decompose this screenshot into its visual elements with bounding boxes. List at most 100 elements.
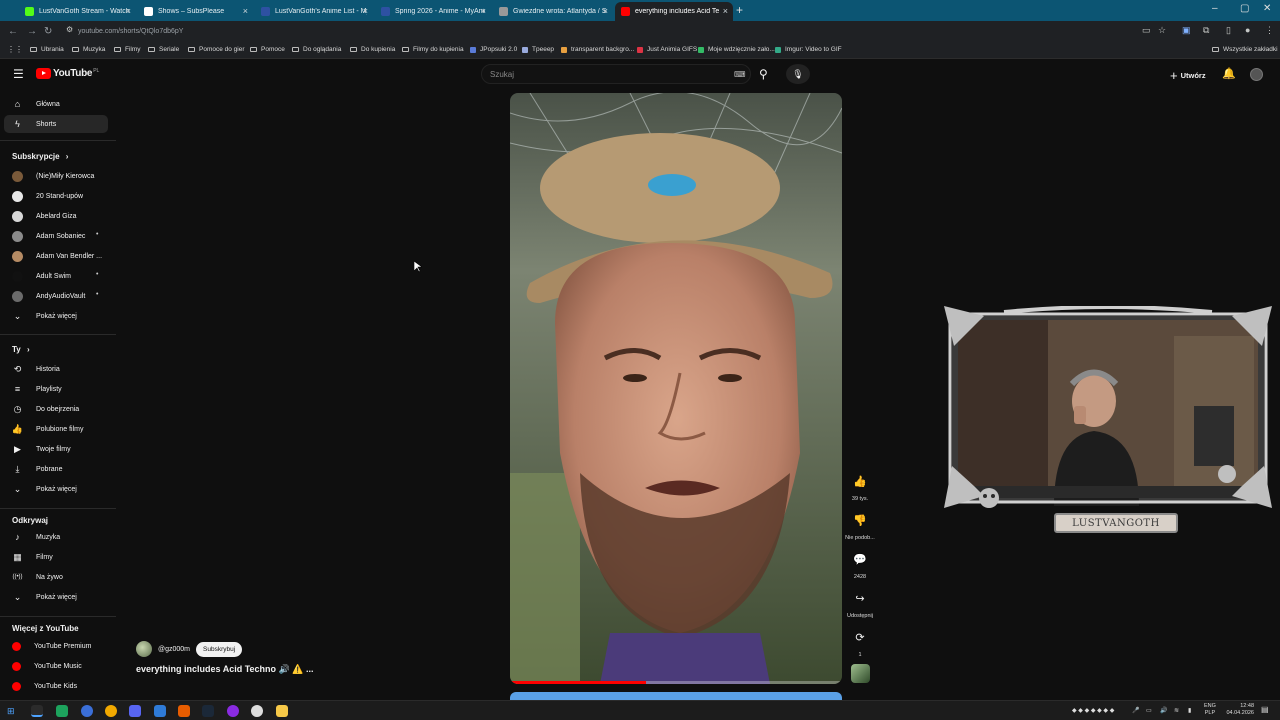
reload-icon[interactable]: ↻ bbox=[44, 26, 52, 37]
tab-close-icon[interactable]: × bbox=[723, 6, 728, 16]
more-from-youtube-heading[interactable]: Więcej z YouTube bbox=[12, 624, 79, 633]
sidebar-you-item[interactable]: ▶ Twoje filmy bbox=[4, 440, 108, 458]
browser-tab[interactable]: everything includes Acid Te × bbox=[615, 2, 733, 21]
bookmark-item[interactable]: Muzyka bbox=[72, 46, 105, 53]
tray-icons[interactable]: ◆ ◆ ◆ ◆ ◆ ◆ ◆ bbox=[1072, 707, 1114, 714]
bookmark-item[interactable]: Just Animia GIFS bbox=[637, 46, 697, 53]
vlc-taskbar-icon[interactable] bbox=[178, 705, 190, 717]
show-more-subscriptions[interactable]: ⌄ Pokaż więcej bbox=[4, 307, 108, 325]
bookmark-item[interactable]: Filmy bbox=[114, 46, 141, 53]
bookmark-item[interactable]: Pomoce bbox=[250, 46, 285, 53]
sound-thumbnail[interactable] bbox=[851, 664, 870, 683]
sidebar-you-item[interactable]: ≡ Playlisty bbox=[4, 380, 108, 398]
bookmark-star-icon[interactable]: ☆ bbox=[1158, 25, 1166, 36]
next-short-preview[interactable] bbox=[510, 692, 842, 700]
bookmark-item[interactable]: transparent backgro... bbox=[561, 46, 634, 53]
app3-taskbar-icon[interactable] bbox=[154, 705, 166, 717]
maximize-button[interactable]: ▢ bbox=[1240, 3, 1249, 14]
sidebar-you-item[interactable]: ⌄ Pokaż więcej bbox=[4, 480, 108, 498]
subscriptions-heading[interactable]: Subskrypcje › bbox=[12, 152, 68, 161]
tab-close-icon[interactable]: × bbox=[603, 6, 608, 16]
sidebar-explore-item[interactable]: ((•)) Na żywo bbox=[4, 568, 108, 586]
app2-taskbar-icon[interactable] bbox=[105, 705, 117, 717]
remix-button[interactable]: ⟳ bbox=[848, 625, 872, 649]
explore-heading[interactable]: Odkrywaj bbox=[12, 516, 48, 525]
app-taskbar-icon[interactable] bbox=[56, 705, 68, 717]
file-explorer-taskbar-icon[interactable] bbox=[276, 705, 288, 717]
short-video-player[interactable] bbox=[510, 93, 842, 684]
subscription-channel[interactable]: Adam Sobaniec bbox=[4, 227, 108, 245]
bookmark-item[interactable]: Moje wdzięcznie zało... bbox=[698, 46, 775, 53]
forward-icon[interactable]: → bbox=[27, 26, 37, 37]
tab-close-icon[interactable]: × bbox=[243, 6, 248, 16]
cast-icon[interactable]: ▭ bbox=[1142, 25, 1151, 36]
comments-button[interactable]: 💬 bbox=[848, 547, 872, 571]
browser-tab[interactable]: LustVanGoth Stream - Watch L × bbox=[19, 2, 136, 21]
wifi-icon[interactable]: ≋ bbox=[1174, 707, 1179, 714]
sidebar-youtube-app-item[interactable]: YouTube Kids bbox=[4, 677, 108, 695]
browser-tab[interactable]: Shows – SubsPlease × bbox=[138, 2, 253, 21]
sidebar-you-item[interactable]: 👍 Polubione filmy bbox=[4, 420, 108, 438]
channel-avatar[interactable] bbox=[136, 641, 152, 657]
browser-tab[interactable]: Gwiezdne wrota: Atlantyda / St × bbox=[493, 2, 613, 21]
bookmark-item[interactable]: Imgur: Video to GIF bbox=[775, 46, 842, 53]
sidebar-icon[interactable]: ▯ bbox=[1226, 25, 1231, 36]
search-icon[interactable]: ⚲ bbox=[759, 67, 768, 81]
sidebar-you-item[interactable]: ⤓ Pobrane bbox=[4, 460, 108, 478]
sidebar-item-shorts[interactable]: ϟ Shorts bbox=[4, 115, 108, 133]
sidebar-explore-item[interactable]: ▦ Filmy bbox=[4, 548, 108, 566]
close-window-button[interactable]: ✕ bbox=[1263, 3, 1271, 14]
battery-icon[interactable]: ▮ bbox=[1188, 707, 1191, 714]
keyboard-icon[interactable]: ⌨ bbox=[734, 70, 746, 79]
microphone-icon[interactable]: 🎙 bbox=[786, 64, 810, 84]
like-button[interactable]: 👍 bbox=[848, 469, 872, 493]
you-heading[interactable]: Ty › bbox=[12, 345, 30, 354]
search-input[interactable]: Szukaj bbox=[481, 64, 751, 84]
address-bar[interactable]: youtube.com/shorts/QtQlo7db6pY bbox=[60, 23, 1140, 40]
language-indicator[interactable]: ENG PLP bbox=[1204, 703, 1216, 717]
sidebar-youtube-app-item[interactable]: YouTube Premium bbox=[4, 637, 108, 655]
sidebar-explore-item[interactable]: ♪ Muzyka bbox=[4, 528, 108, 546]
site-info-icon[interactable]: ⚙ bbox=[66, 25, 73, 34]
sidebar-youtube-app-item[interactable]: YouTube Music bbox=[4, 657, 108, 675]
chrome-taskbar-icon[interactable] bbox=[31, 705, 43, 717]
subscription-channel[interactable]: Abelard Giza bbox=[4, 207, 108, 225]
notifications-bell-icon[interactable]: 🔔 bbox=[1222, 67, 1236, 80]
subscription-channel[interactable]: AndyAudioVault bbox=[4, 287, 108, 305]
progress-track[interactable] bbox=[510, 681, 842, 684]
hamburger-menu-icon[interactable]: ☰ bbox=[13, 67, 24, 81]
clock[interactable]: 12:48 04.04.2026 bbox=[1220, 703, 1254, 717]
windows-start-icon[interactable]: ⊞ bbox=[7, 706, 15, 717]
bookmark-item[interactable]: JPopsuki 2.0 bbox=[470, 46, 517, 53]
dislike-button[interactable]: 👎 bbox=[848, 508, 872, 532]
all-bookmarks[interactable]: Wszystkie zakładki bbox=[1212, 46, 1278, 53]
subscription-channel[interactable]: Adam Van Bendler ... bbox=[4, 247, 108, 265]
browser-tab[interactable]: LustVanGoth's Anime List - My × bbox=[255, 2, 373, 21]
channel-name[interactable]: @gz000m bbox=[158, 646, 190, 653]
extensions-icon[interactable]: ⧉ bbox=[1203, 25, 1209, 36]
sidebar-item-home[interactable]: ⌂ Główna bbox=[4, 95, 108, 113]
tab-close-icon[interactable]: × bbox=[126, 6, 131, 16]
network-icon[interactable]: ▭ bbox=[1146, 707, 1152, 714]
sidebar-you-item[interactable]: ⟲ Historia bbox=[4, 360, 108, 378]
sidebar-explore-item[interactable]: ⌄ Pokaż więcej bbox=[4, 588, 108, 606]
bookmark-item[interactable]: Do kupienia bbox=[350, 46, 395, 53]
apps-icon[interactable]: ⋮⋮ bbox=[7, 45, 23, 54]
sidebar-you-item[interactable]: ◷ Do obejrzenia bbox=[4, 400, 108, 418]
bookmark-item[interactable]: Pomoce do gier bbox=[188, 46, 245, 53]
volume-icon[interactable]: 🔊 bbox=[1160, 707, 1167, 714]
bookmark-item[interactable]: Seriale bbox=[148, 46, 179, 53]
microphone-tray-icon[interactable]: 🎤 bbox=[1132, 707, 1139, 714]
back-icon[interactable]: ← bbox=[8, 26, 18, 37]
youtube-logo[interactable]: YouTube PL bbox=[36, 68, 99, 79]
bookmark-item[interactable]: Ubrania bbox=[30, 46, 64, 53]
subscription-channel[interactable]: Adult Swim bbox=[4, 267, 108, 285]
bookmark-item[interactable]: Tpeeep bbox=[522, 46, 554, 53]
menu-icon[interactable]: ⋮ bbox=[1265, 25, 1274, 36]
subscribe-button[interactable]: Subskrybuj bbox=[196, 641, 243, 657]
extension-icon[interactable]: ▣ bbox=[1182, 25, 1191, 36]
share-button[interactable]: ↪ bbox=[848, 586, 872, 610]
subscription-channel[interactable]: (Nie)Miły Kierowca bbox=[4, 167, 108, 185]
steam-taskbar-icon[interactable] bbox=[202, 705, 214, 717]
discord-taskbar-icon[interactable] bbox=[129, 705, 141, 717]
